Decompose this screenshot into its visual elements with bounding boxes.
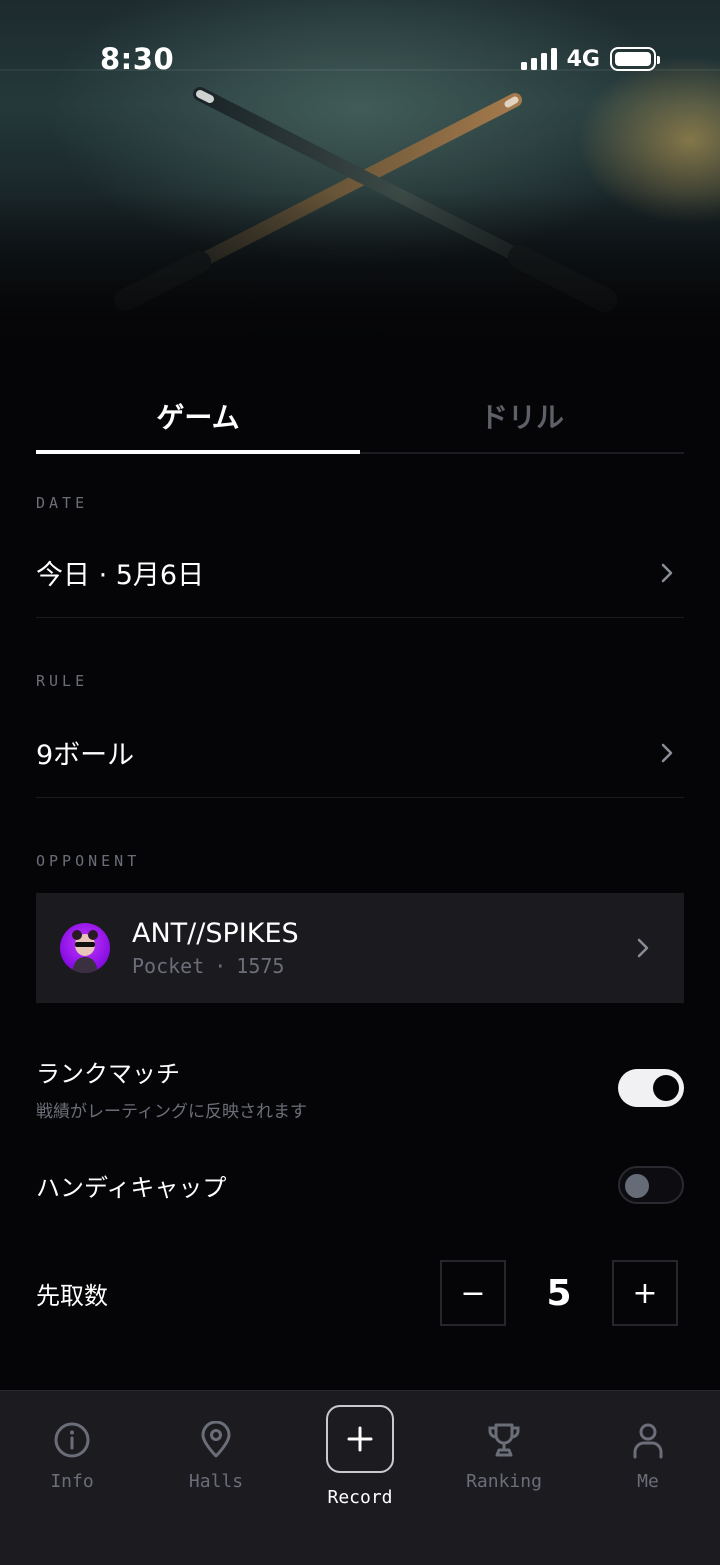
signal-icon: [520, 48, 557, 70]
mode-tabs: ゲーム ドリル: [36, 380, 684, 454]
nav-item-record[interactable]: Record: [288, 1391, 432, 1565]
rule-value: 9ボール: [36, 740, 135, 771]
bottom-navigation: Info Halls Record Ranking Me: [0, 1390, 720, 1565]
ranked-match-subtitle: 戦績がレーティングに反映されます: [36, 1102, 307, 1122]
location-pin-icon: [201, 1421, 231, 1458]
plus-icon: [347, 1426, 373, 1452]
opponent-card[interactable]: ANT//SPIKES Pocket · 1575: [36, 893, 684, 1003]
opponent-separator: ·: [214, 954, 227, 978]
opponent-game-type: Pocket: [132, 954, 205, 978]
trophy-icon: [488, 1423, 520, 1457]
race-to-title: 先取数: [36, 1281, 108, 1310]
nav-label-record: Record: [327, 1487, 393, 1508]
date-row[interactable]: 今日 · 5月6日: [36, 528, 684, 618]
status-indicators: 4G: [520, 44, 660, 74]
increment-button[interactable]: +: [612, 1260, 678, 1326]
person-icon: [633, 1423, 663, 1459]
handicap-toggle[interactable]: [618, 1166, 684, 1204]
handicap-row: ハンディキャップ: [36, 1166, 684, 1204]
race-to-row: 先取数 − 5 +: [36, 1260, 684, 1326]
nav-label-ranking: Ranking: [466, 1471, 542, 1492]
record-button[interactable]: [326, 1405, 394, 1473]
handicap-title: ハンディキャップ: [36, 1173, 227, 1202]
nav-item-me[interactable]: Me: [576, 1391, 720, 1565]
chevron-right-icon: [656, 562, 678, 584]
rule-row[interactable]: 9ボール: [36, 708, 684, 798]
opponent-rating: 1575: [236, 954, 285, 978]
nav-label-me: Me: [637, 1471, 659, 1492]
nav-item-ranking[interactable]: Ranking: [432, 1391, 576, 1565]
chevron-right-icon: [632, 937, 654, 959]
race-to-stepper: − 5 +: [440, 1260, 678, 1326]
tab-game[interactable]: ゲーム: [36, 380, 360, 454]
ranked-match-toggle[interactable]: [618, 1069, 684, 1107]
info-icon: [54, 1422, 90, 1458]
nav-label-halls: Halls: [188, 1471, 244, 1492]
battery-icon: [610, 47, 660, 71]
status-time: 8:30: [100, 42, 175, 76]
ranked-match-title: ランクマッチ: [36, 1060, 180, 1088]
nav-item-info[interactable]: Info: [0, 1391, 144, 1565]
network-type: 4G: [566, 46, 600, 72]
avatar: [60, 923, 110, 973]
opponent-section-label: OPPONENT: [36, 852, 141, 870]
ranked-match-row: ランクマッチ 戦績がレーティングに反映されます: [36, 1054, 684, 1122]
decrement-button[interactable]: −: [440, 1260, 506, 1326]
race-to-value: 5: [546, 1272, 572, 1314]
tab-drill[interactable]: ドリル: [360, 380, 684, 452]
nav-item-halls[interactable]: Halls: [144, 1391, 288, 1565]
chevron-right-icon: [656, 742, 678, 764]
date-value: 今日 · 5月6日: [36, 560, 205, 591]
date-section-label: DATE: [36, 494, 89, 512]
opponent-name: ANT//SPIKES: [132, 918, 299, 949]
rule-section-label: RULE: [36, 672, 89, 690]
nav-label-info: Info: [50, 1471, 94, 1492]
